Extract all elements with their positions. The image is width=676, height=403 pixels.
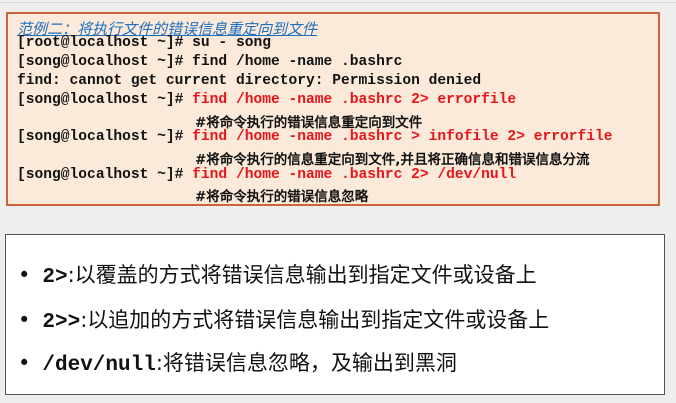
output: find: cannot get current directory: Perm… [17,73,482,89]
prompt: [song@localhost ~]# [17,92,193,108]
comment: #将命令执行的信息重定向到文件,并且将正确信息和错误信息分流 [195,152,590,168]
command: find /home -name .bashrc > infofile 2> e… [192,129,613,145]
notes-box: • 2>:以覆盖的方式将错误信息输出到指定文件或设备上 • 2>>:以追加的方式将错… [5,234,665,395]
comment: #将命令执行的错误信息重定向到文件 [195,115,423,131]
note-item: • 2>:以覆盖的方式将错误信息输出到指定文件或设备上 [18,259,537,289]
terminal-line: [root@localhost ~]# su - song [17,35,271,51]
note-text: :以覆盖的方式将错误信息输出到指定文件或设备上 [67,263,537,287]
terminal-line: [song@localhost ~]# find /home -name .ba… [17,54,402,70]
command: find /home -name .bashrc 2> /dev/null [192,167,517,183]
terminal-line: [song@localhost ~]# find /home -name .ba… [17,92,516,108]
note-text: :以追加的方式将错误信息输出到指定文件或设备上 [80,308,550,332]
note-text: :将错误信息忽略，及输出到黑洞 [155,351,457,375]
terminal-line: [song@localhost ~]# find /home -name .ba… [17,129,613,145]
bullet: • [18,308,31,332]
example-box: 范例二：将执行文件的错误信息重定向到文件 [root@localhost ~]#… [6,12,660,206]
comment: #将命令执行的错误信息忽略 [195,189,369,205]
command: find /home -name .bashrc [192,54,403,70]
note-code: /dev/null [42,354,156,377]
bullet: • [18,263,31,287]
command: su - song [192,35,271,51]
prompt: [song@localhost ~]# [17,129,193,145]
prompt: [root@localhost ~]# [17,35,193,51]
divider [0,2,676,3]
terminal-line: [song@localhost ~]# find /home -name .ba… [17,167,516,183]
prompt: [song@localhost ~]# [17,54,193,70]
note-code: 2>> [42,311,81,334]
bullet: • [18,351,31,375]
note-item: • /dev/null:将错误信息忽略，及输出到黑洞 [18,347,457,377]
prompt: [song@localhost ~]# [17,167,193,183]
command: find /home -name .bashrc 2> errorfile [192,92,517,108]
note-item: • 2>>:以追加的方式将错误信息输出到指定文件或设备上 [18,304,549,334]
note-code: 2> [42,266,68,289]
terminal-output: find: cannot get current directory: Perm… [17,73,481,89]
